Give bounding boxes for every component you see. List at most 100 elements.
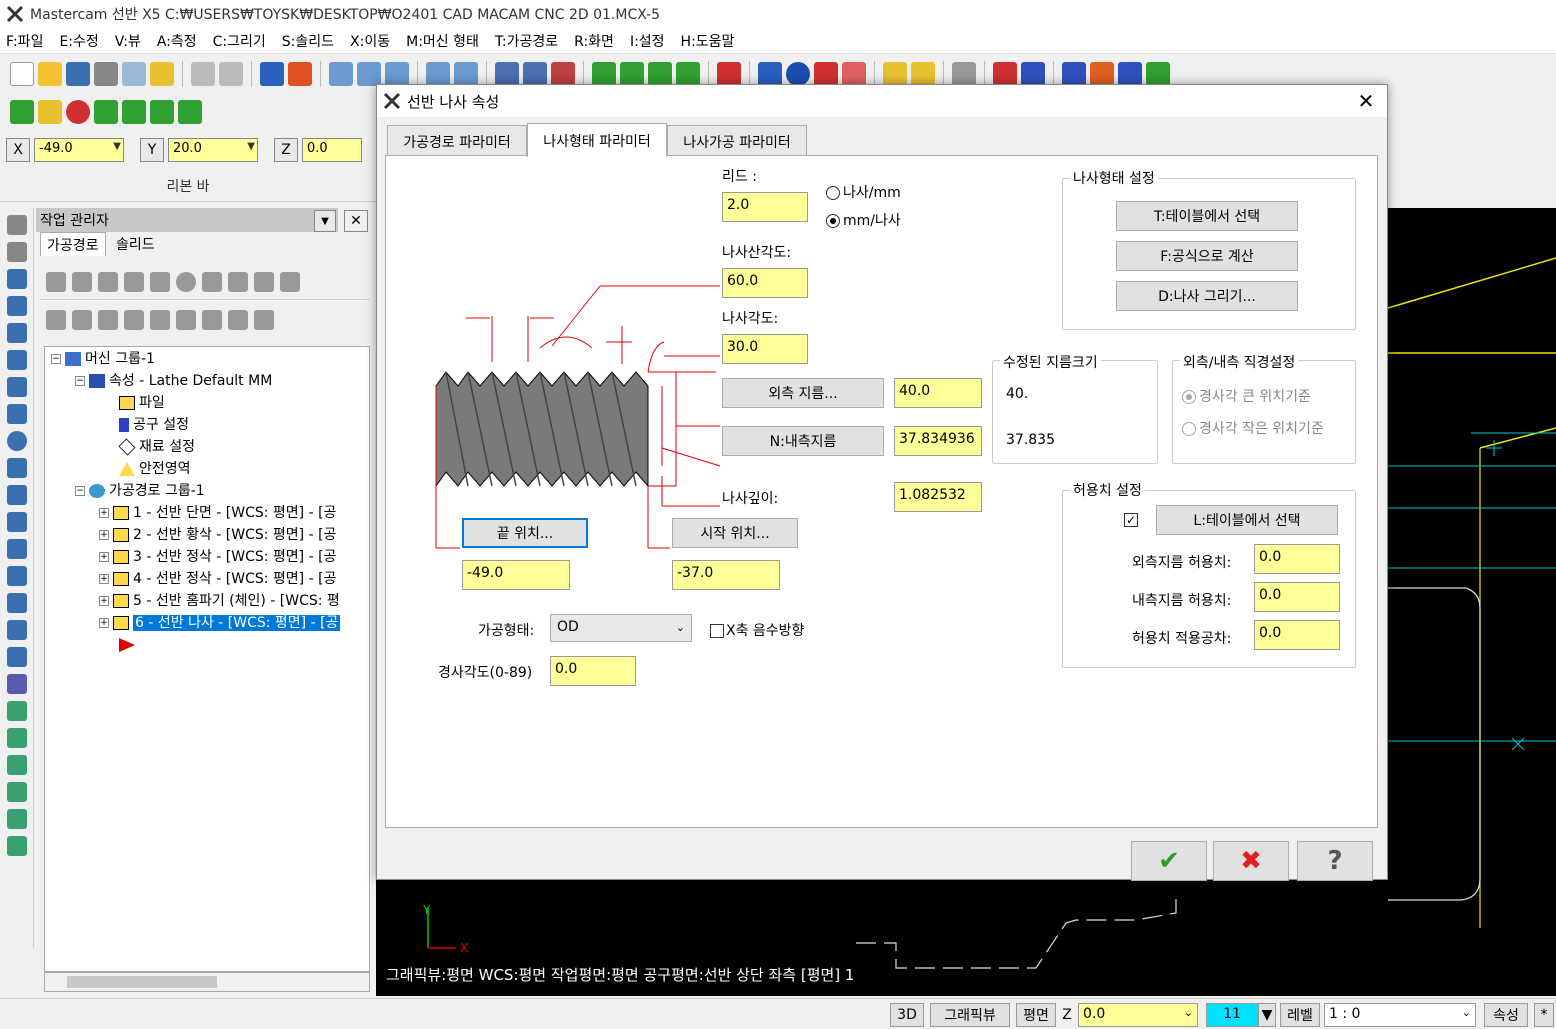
plane-button[interactable]: 평면: [1016, 1003, 1056, 1027]
pan-icon[interactable]: [260, 62, 284, 86]
included-angle-input[interactable]: 60.0: [722, 268, 808, 298]
end-position-input[interactable]: -49.0: [462, 560, 570, 590]
tab-toolpaths[interactable]: 가공경로: [40, 232, 106, 256]
fillet-icon[interactable]: [122, 100, 146, 124]
g1-icon[interactable]: [202, 271, 222, 292]
lathe-view-icon[interactable]: [6, 647, 27, 667]
menu-toolpaths[interactable]: T:가공경로: [495, 31, 558, 51]
z-depth-input[interactable]: 0.0 ⌄: [1078, 1003, 1198, 1027]
checkbox-checked-icon[interactable]: ✓: [1124, 513, 1138, 527]
tree-toolpath-group[interactable]: − 가공경로 그룹-1: [75, 481, 205, 501]
verify-icon[interactable]: [176, 271, 196, 292]
attributes-icon[interactable]: [911, 62, 935, 86]
lathe-misc-icon[interactable]: [6, 539, 27, 559]
lock-icon[interactable]: [46, 310, 66, 330]
tree-files[interactable]: 파일: [119, 393, 165, 413]
lathe-mill-icon[interactable]: [6, 701, 27, 721]
expand-icon[interactable]: +: [99, 574, 109, 584]
minor-diameter-button[interactable]: N:내측지름: [722, 426, 884, 456]
menu-create[interactable]: C:그리기: [213, 31, 266, 51]
verify-icon[interactable]: [495, 62, 519, 86]
zoom-prev-icon[interactable]: [454, 62, 478, 86]
lathe-face-icon[interactable]: [6, 350, 27, 370]
post-icon[interactable]: [228, 271, 248, 292]
menu-view[interactable]: V:뷰: [115, 31, 141, 51]
chevron-down-icon[interactable]: ▼: [314, 210, 336, 232]
lathe-canned-icon[interactable]: [6, 458, 27, 478]
start-position-input[interactable]: -37.0: [672, 560, 780, 590]
shading-icon[interactable]: [717, 62, 741, 86]
solid-icon[interactable]: [178, 100, 202, 124]
3d-toggle-button[interactable]: 3D: [890, 1003, 924, 1027]
tree-op-6[interactable]: +6 - 선반 나사 - [WCS: 평면] - [공: [99, 613, 341, 633]
level-select[interactable]: 1 : 0 ⌄: [1324, 1003, 1476, 1027]
dialog-close-button[interactable]: ✕: [1353, 89, 1379, 113]
ops-close-button[interactable]: ✕: [344, 210, 368, 232]
view-side-icon[interactable]: [648, 62, 672, 86]
view-front-icon[interactable]: [620, 62, 644, 86]
lathe-groove-icon[interactable]: [6, 377, 27, 397]
zoom-window-icon[interactable]: [357, 62, 381, 86]
toolpath-icon[interactable]: [6, 242, 27, 262]
wcs-button[interactable]: *: [1534, 1003, 1554, 1027]
lathe-rough-icon[interactable]: [6, 269, 27, 289]
apply-tol-input[interactable]: 0.0: [1254, 620, 1340, 650]
tools-icon[interactable]: [952, 62, 976, 86]
wireframe-icon[interactable]: [842, 62, 866, 86]
toolpath-icon[interactable]: [6, 215, 27, 235]
lathe-flip-icon[interactable]: [6, 620, 27, 640]
lathe-quick-icon[interactable]: [6, 512, 27, 532]
print-icon[interactable]: [94, 62, 118, 86]
line-icon[interactable]: [38, 100, 62, 124]
tab-thread-shape-params[interactable]: 나사형태 파라미터: [527, 123, 667, 157]
cancel-button[interactable]: ✖: [1213, 841, 1289, 881]
redo-icon[interactable]: [219, 62, 243, 86]
radio-icon[interactable]: [826, 186, 840, 200]
single-op-icon[interactable]: [228, 310, 248, 330]
toggle-ops-icon[interactable]: [254, 310, 274, 330]
color-input[interactable]: 11: [1206, 1003, 1258, 1027]
lathe-mill-icon[interactable]: [6, 836, 27, 856]
minor-tol-input[interactable]: 0.0: [1254, 582, 1340, 612]
ok-button[interactable]: ✔: [1131, 841, 1207, 881]
collapse-icon[interactable]: −: [75, 486, 85, 496]
expand-icon[interactable]: +: [99, 552, 109, 562]
move-down-icon[interactable]: [124, 310, 144, 330]
tree-machine-group[interactable]: − 머신 그룹-1: [51, 349, 155, 369]
view-top-icon[interactable]: [592, 62, 616, 86]
attributes-button[interactable]: 속성: [1484, 1003, 1528, 1027]
lathe-drill-icon[interactable]: [6, 323, 27, 343]
expand-icon[interactable]: +: [99, 618, 109, 628]
z-coord-input[interactable]: 0.0: [302, 138, 362, 162]
sigma-icon[interactable]: [1118, 62, 1142, 86]
backplot-icon[interactable]: [150, 271, 170, 292]
taper-angle-input[interactable]: 0.0: [550, 656, 636, 686]
menu-solids[interactable]: S:솔리드: [282, 31, 334, 51]
lathe-mill-icon[interactable]: [6, 782, 27, 802]
lathe-cutoff-icon[interactable]: [6, 431, 27, 451]
tolerance-table-button[interactable]: L:테이블에서 선택: [1156, 505, 1338, 535]
menu-edit[interactable]: E:수정: [59, 31, 98, 51]
repaint-icon[interactable]: [288, 62, 312, 86]
expand-icon[interactable]: +: [99, 530, 109, 540]
simulate-icon[interactable]: [551, 62, 575, 86]
tree-op-5[interactable]: +5 - 선반 홈파기 (체인) - [WCS: 평: [99, 591, 340, 611]
insert-arrow-icon[interactable]: [176, 310, 196, 330]
z-label[interactable]: Z: [274, 138, 298, 162]
tree-op-1[interactable]: +1 - 선반 단면 - [WCS: 평면] - [공: [99, 503, 336, 523]
lathe-stock-icon[interactable]: [6, 566, 27, 586]
zoom-fit-icon[interactable]: [329, 62, 353, 86]
select-from-table-button[interactable]: T:테이블에서 선택: [1116, 201, 1298, 231]
chamfer-icon[interactable]: [150, 100, 174, 124]
start-position-button[interactable]: 시작 위치...: [672, 518, 798, 548]
tab-thread-cut-params[interactable]: 나사가공 파라미터: [667, 125, 807, 157]
new-file-icon[interactable]: [10, 62, 34, 86]
collapse-icon[interactable]: −: [51, 354, 61, 364]
lathe-mill-icon[interactable]: [6, 728, 27, 748]
select-all-icon[interactable]: [46, 271, 66, 292]
zoom-in-icon[interactable]: [385, 62, 409, 86]
toolpath-mgr-icon[interactable]: [1062, 62, 1086, 86]
lathe-finish-icon[interactable]: [6, 296, 27, 316]
lathe-mill-icon[interactable]: [6, 809, 27, 829]
rotate-icon[interactable]: [758, 62, 782, 86]
